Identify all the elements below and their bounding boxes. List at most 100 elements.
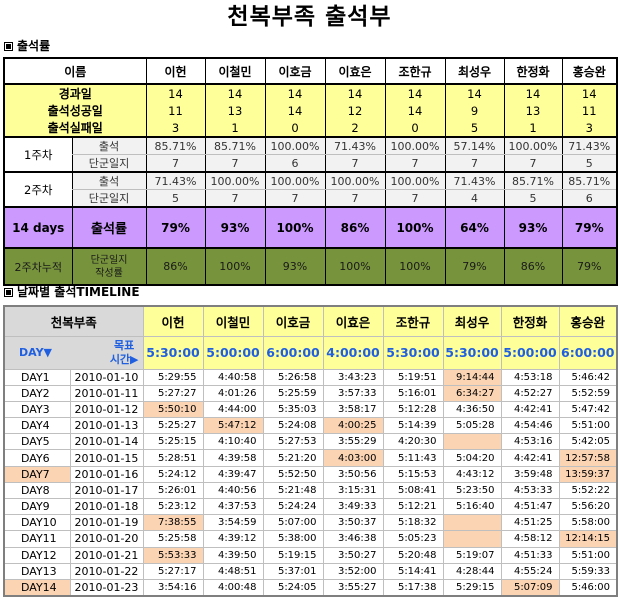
metric-value-cell: 71.43% <box>324 137 385 155</box>
check-in-time-cell: 4:39:50 <box>202 546 264 564</box>
journal-rate-value-cell: 86% <box>145 248 205 285</box>
timeline-row: DAY4 2010-01-13 5:25:27 5:47:12 5:24:08 4:00:… <box>3 417 618 435</box>
target-time-cell: 6:00:00 <box>262 335 324 370</box>
target-time-cell: 5:00:00 <box>202 335 264 370</box>
check-in-time-cell: 3:55:27 <box>322 578 384 597</box>
member-name-cell: 한정화 <box>503 58 562 85</box>
count-cell: 3 <box>561 119 617 138</box>
check-in-time-cell: 4:40:56 <box>202 481 264 500</box>
count-cell: 14 <box>444 84 504 102</box>
metric-value-cell: 57.14% <box>444 137 504 155</box>
count-cell: 0 <box>384 119 445 138</box>
metric-value-cell: 100.00% <box>264 172 325 190</box>
date-cell: 2010-01-22 <box>69 562 144 580</box>
section-header-attendance: 출석률 <box>4 38 50 54</box>
name-header-cell: 이름 <box>3 58 146 85</box>
count-cell: 1 <box>503 119 562 138</box>
check-in-time-cell: 3:54:59 <box>202 514 264 532</box>
check-in-time-cell: 4:43:12 <box>442 465 502 483</box>
rate-value-cell: 64% <box>444 207 504 249</box>
check-in-time-cell: 3:57:33 <box>322 384 384 402</box>
metric-value-cell: 7 <box>384 154 445 173</box>
check-in-time-cell: 4:51:25 <box>500 514 560 532</box>
target-time-cell: 5:30:00 <box>382 335 444 370</box>
section-title: 날짜별 출석TIMELINE <box>17 285 140 299</box>
day-cell: DAY13 <box>3 562 71 580</box>
date-cell: 2010-01-14 <box>69 433 144 451</box>
date-cell: 2010-01-15 <box>69 449 144 467</box>
check-in-time-cell: 5:37:01 <box>262 562 324 580</box>
check-in-time-cell: 5:20:48 <box>382 546 444 564</box>
check-in-time-cell: 5:52:22 <box>558 481 618 500</box>
metric-value-cell: 4 <box>444 189 504 208</box>
check-in-time-cell: 5:23:50 <box>442 481 502 500</box>
date-cell: 2010-01-19 <box>69 514 144 532</box>
check-in-time-cell: 4:00:25 <box>322 417 384 435</box>
count-cell: 14 <box>384 102 445 119</box>
metric-value-cell: 7 <box>264 189 325 208</box>
rate-value-cell: 100% <box>264 207 325 249</box>
check-in-time-cell <box>442 433 502 451</box>
attendance-summary-table: 이름 이헌 이철민 이호금 이효은 조한규 최성우 한정화 홍승완 경과일 14 14 14 14 14 14… <box>3 57 618 286</box>
check-in-time-cell: 4:36:50 <box>442 400 502 419</box>
date-cell: 2010-01-17 <box>69 481 144 500</box>
week-label-cell: 2주차 <box>3 172 72 208</box>
check-in-time-cell: 5:46:42 <box>558 368 618 386</box>
page-title: 천복부족 출석부 <box>227 4 392 30</box>
check-in-time-cell: 5:05:23 <box>382 530 444 548</box>
timeline-row: DAY5 2010-01-14 5:25:15 4:10:40 5:27:53 3:55:… <box>3 433 618 451</box>
count-cell: 14 <box>145 84 205 102</box>
check-in-time-cell: 4:10:40 <box>202 433 264 451</box>
date-cell: 2010-01-10 <box>69 368 144 386</box>
check-in-time-cell: 5:19:15 <box>262 546 324 564</box>
section-title: 출석률 <box>17 39 51 53</box>
day-cell: DAY7 <box>3 465 71 483</box>
rate-value-cell: 86% <box>324 207 385 249</box>
day-cell: DAY5 <box>3 433 71 451</box>
day-cell: DAY6 <box>3 449 71 467</box>
count-cell: 1 <box>204 119 265 138</box>
timeline-row: DAY8 2010-01-17 5:26:01 4:40:56 5:21:48 3:15:… <box>3 481 618 500</box>
metric-value-cell: 100.00% <box>264 137 325 155</box>
count-cell: 14 <box>503 84 562 102</box>
check-in-time-cell: 4:44:00 <box>202 400 264 419</box>
check-in-time-cell: 4:39:58 <box>202 449 264 467</box>
day-cell: DAY1 <box>3 368 71 386</box>
check-in-time-cell: 5:16:40 <box>442 497 502 516</box>
check-in-time-cell: 4:20:30 <box>382 433 444 451</box>
rate-value-cell: 79% <box>145 207 205 249</box>
period-label-cell: 14 days <box>3 207 72 249</box>
row-label-cell: 출석실패일 <box>3 119 146 138</box>
check-in-time-cell: 4:51:33 <box>500 546 560 564</box>
timeline-row: DAY1 2010-01-10 5:29:55 4:40:58 5:26:58 3:43:… <box>3 368 618 386</box>
check-in-time-cell: 4:54:46 <box>500 417 560 435</box>
metric-value-cell: 5 <box>145 189 205 208</box>
metric-value-cell: 71.43% <box>444 172 504 190</box>
check-in-time-cell: 4:58:12 <box>500 530 560 548</box>
check-in-time-cell: 5:19:51 <box>382 368 444 386</box>
journal-rate-value-cell: 100% <box>204 248 265 285</box>
member-name-cell: 한정화 <box>500 305 560 337</box>
check-in-time-cell: 5:18:32 <box>382 514 444 532</box>
journal-rate-value-cell: 100% <box>384 248 445 285</box>
check-in-time-cell: 5:23:12 <box>142 497 204 516</box>
check-in-time-cell: 5:24:05 <box>262 578 324 597</box>
day-cell: DAY11 <box>3 530 71 548</box>
metric-value-cell: 85.71% <box>561 172 617 190</box>
check-in-time-cell: 5:59:33 <box>558 562 618 580</box>
date-cell: 2010-01-13 <box>69 417 144 435</box>
check-in-time-cell: 5:52:59 <box>558 384 618 402</box>
check-in-time-cell: 5:27:17 <box>142 562 204 580</box>
timeline-row: DAY12 2010-01-21 5:53:33 4:39:50 5:19:15 3:50… <box>3 546 618 564</box>
check-in-time-cell: 4:39:12 <box>202 530 264 548</box>
check-in-time-cell: 5:25:15 <box>142 433 204 451</box>
check-in-time-cell: 3:50:27 <box>322 546 384 564</box>
member-name-cell: 이호금 <box>264 58 325 85</box>
member-name-cell: 홍승완 <box>561 58 617 85</box>
day-cell: DAY10 <box>3 514 71 532</box>
attendance-timeline-table: 천복부족 이헌 이철민 이호금 이효은 조한규 최성우 한정화 홍승완 DAY▼ 목표 시간▶ 5:30… <box>3 305 619 597</box>
check-in-time-cell: 4:39:47 <box>202 465 264 483</box>
metric-value-cell: 7 <box>204 154 265 173</box>
check-in-time-cell: 12:14:15 <box>558 530 618 548</box>
count-cell: 3 <box>145 119 205 138</box>
